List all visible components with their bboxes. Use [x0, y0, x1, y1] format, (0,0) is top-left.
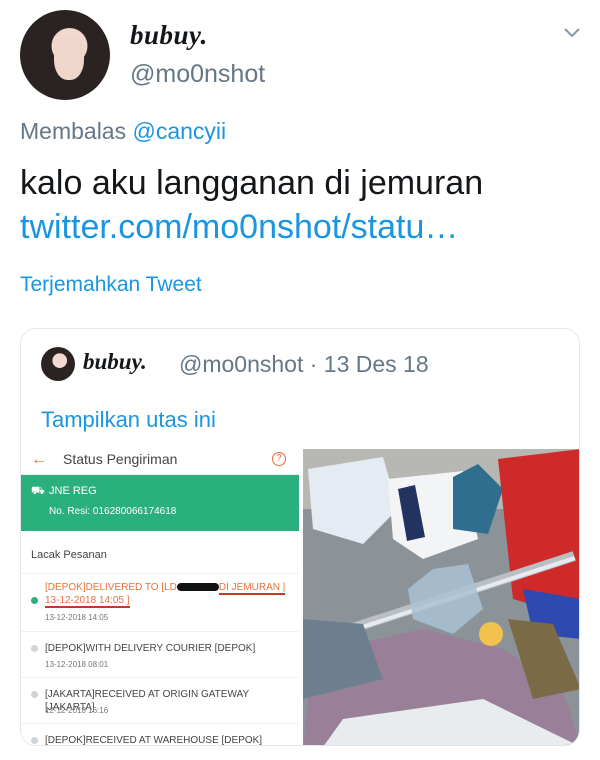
redaction-mark — [176, 583, 219, 592]
tracking-event-time: 12-12-2018 16:16 — [45, 706, 109, 715]
clothes-rack-illustration — [303, 449, 579, 745]
help-icon: ? — [272, 452, 286, 466]
timeline-dot — [31, 737, 38, 744]
truck-icon: ⛟ — [31, 485, 45, 497]
tracking-event-time: 13-12-2018 08:01 — [45, 660, 109, 669]
chevron-down-icon[interactable] — [562, 22, 582, 42]
tracking-event: [DEPOK]RECEIVED AT WAREHOUSE [DEPOK] — [21, 723, 299, 746]
display-name[interactable]: bubuy. — [130, 20, 208, 51]
tracking-event-text: [DEPOK]RECEIVED AT WAREHOUSE [DEPOK] — [45, 735, 263, 746]
shipping-screenshot-image[interactable]: ← Status Pengiriman ? ⛟ JNE REG No. Resi… — [21, 449, 299, 746]
tracking-number: No. Resi: 016280066174618 — [49, 506, 177, 517]
show-thread-link[interactable]: Tampilkan utas ini — [41, 407, 216, 433]
translate-tweet-link[interactable]: Terjemahkan Tweet — [20, 273, 202, 297]
tracking-event: [DEPOK]WITH DELIVERY COURIER [DEPOK] 13-… — [21, 631, 299, 677]
reply-context: Membalas @cancyii — [20, 118, 226, 145]
tweet-text: kalo aku langganan di jemuran — [20, 164, 484, 202]
tracking-section-title: Lacak Pesanan — [31, 549, 107, 561]
arrow-left-icon: ← — [31, 451, 47, 468]
clothes-rack-photo[interactable] — [303, 449, 579, 745]
courier-name: JNE REG — [49, 485, 97, 497]
quoted-avatar[interactable] — [41, 347, 75, 381]
timeline-dot — [31, 645, 38, 652]
shipping-header: ← Status Pengiriman ? — [21, 449, 299, 475]
tracking-event-text: [DEPOK]WITH DELIVERY COURIER [DEPOK] — [45, 643, 256, 654]
tracking-event: [JAKARTA]RECEIVED AT ORIGIN GATEWAY [JAK… — [21, 677, 299, 723]
reply-prefix: Membalas — [20, 118, 127, 144]
tracking-event: [DEPOK]DELIVERED TO [LD DI JEMURAN | 13-1… — [21, 573, 299, 631]
courier-banner: ⛟ JNE REG No. Resi: 016280066174618 — [21, 475, 299, 531]
tracking-event-text: [DEPOK]DELIVERED TO [LD DI JEMURAN | 13-1… — [45, 582, 286, 608]
profile-avatar[interactable] — [20, 10, 110, 100]
shipping-title: Status Pengiriman — [63, 451, 178, 467]
quoted-display-name: bubuy. — [83, 349, 147, 374]
media-grid: ← Status Pengiriman ? ⛟ JNE REG No. Resi… — [21, 449, 579, 746]
timeline-dot-active — [31, 597, 38, 604]
timeline-dot — [31, 691, 38, 698]
user-handle[interactable]: @mo0nshot — [130, 60, 265, 89]
reply-mention-link[interactable]: @cancyii — [133, 118, 227, 144]
quoted-tweet[interactable]: bubuy. @mo0nshot · 13 Des 18 Tampilkan u… — [20, 328, 580, 746]
quoted-handle-date: @mo0nshot · 13 Des 18 — [179, 351, 429, 377]
tweet-link[interactable]: twitter.com/mo0nshot/statu… — [20, 208, 458, 247]
tracking-event-time: 13-12-2018 14:05 — [45, 613, 109, 622]
